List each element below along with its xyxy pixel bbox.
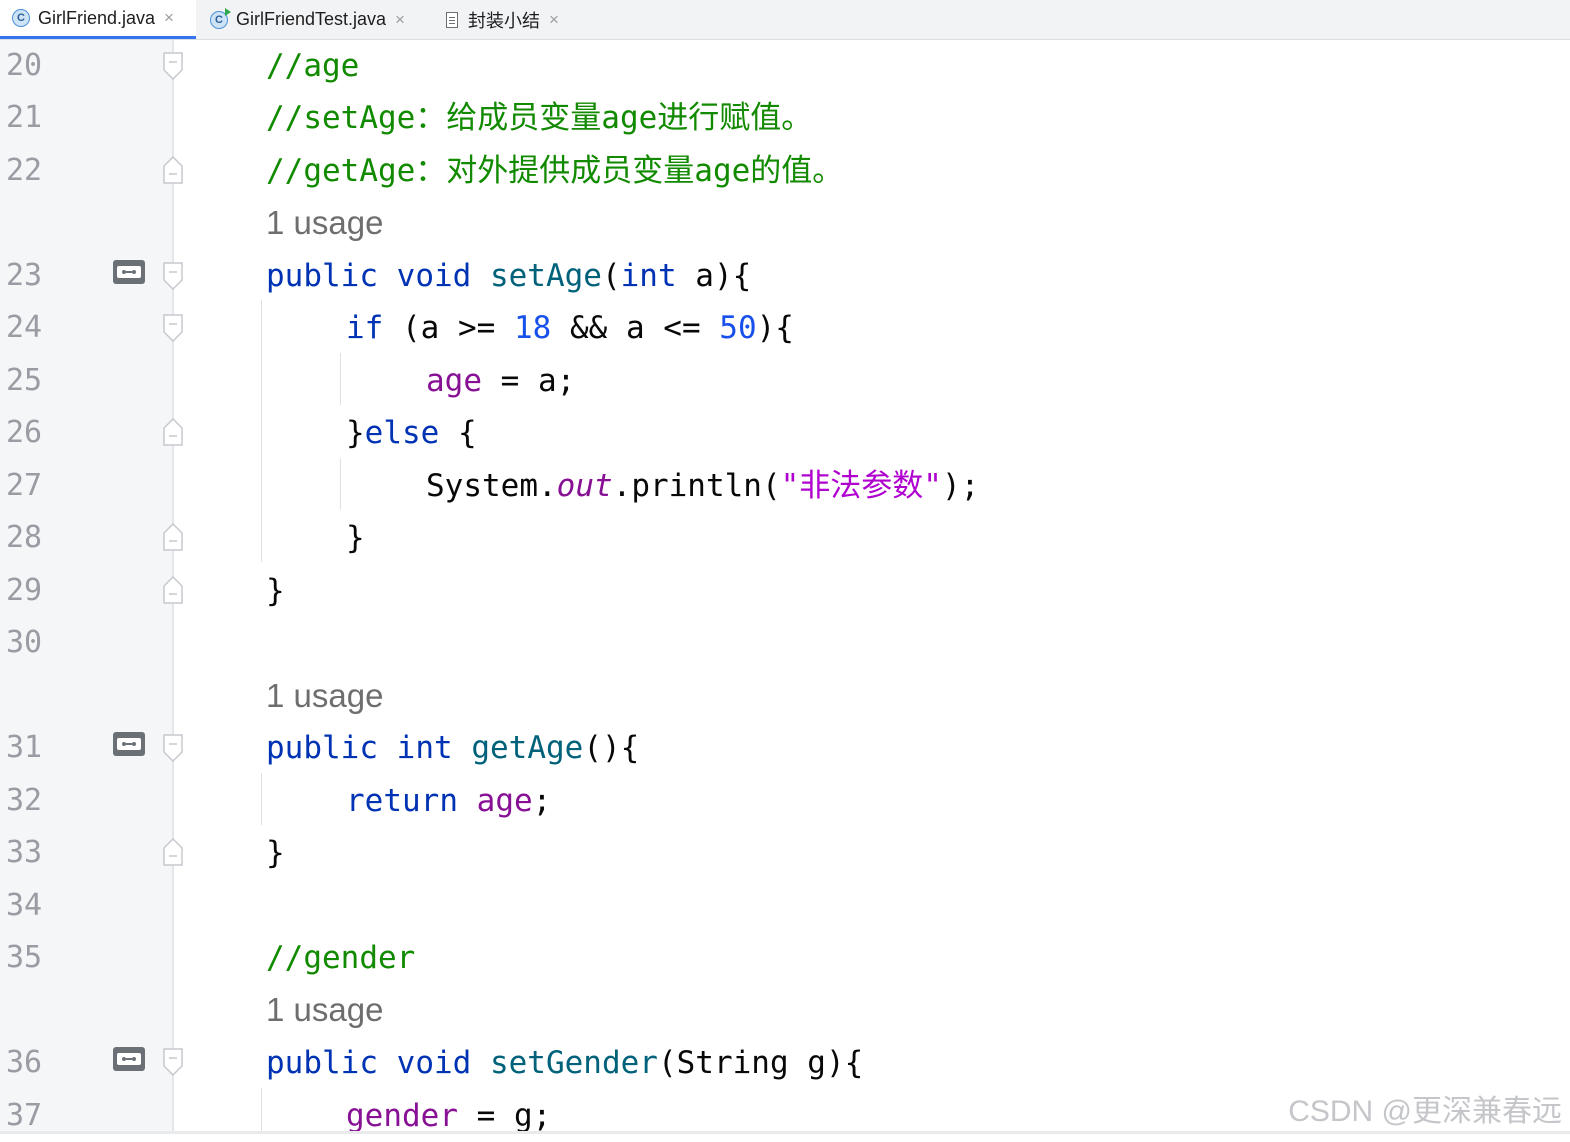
code-line-26[interactable]: }else { [346, 407, 477, 459]
tab-label: GirlFriendTest.java [236, 9, 387, 29]
editor-tab-bar: C GirlFriend.java × C GirlFriendTest.jav… [0, 0, 1570, 40]
line-number: 29 [6, 573, 43, 608]
line-number: 26 [6, 415, 43, 450]
usage-hint[interactable]: 1 usage [266, 984, 383, 1036]
fold-end-icon[interactable] [163, 156, 183, 184]
line-number: 20 [6, 48, 43, 83]
code-line-24[interactable]: if (a >= 18 && a <= 50){ [346, 302, 794, 354]
code-line-31[interactable]: public int getAge(){ [266, 722, 639, 774]
fold-end-icon[interactable] [163, 838, 183, 866]
code-line-36[interactable]: public void setGender(String g){ [266, 1037, 863, 1089]
indent-guide [261, 773, 262, 825]
usage-hint[interactable]: 1 usage [266, 670, 383, 722]
code-line-27[interactable]: System.out.println("非法参数"); [426, 460, 979, 512]
close-icon[interactable]: × [395, 10, 405, 30]
line-number: 28 [6, 520, 43, 555]
tab-girlfriendtest-java[interactable]: C GirlFriendTest.java × [198, 0, 430, 39]
fold-start-icon[interactable] [163, 734, 183, 762]
tab-encapsulation-summary[interactable]: 封装小结 × [432, 0, 592, 39]
line-number: 21 [6, 100, 43, 135]
fold-start-icon[interactable] [163, 52, 183, 80]
line-number: 24 [6, 310, 43, 345]
code-line-25[interactable]: age = a; [426, 355, 575, 407]
fold-start-icon[interactable] [163, 1048, 183, 1076]
close-icon[interactable]: × [164, 8, 174, 28]
code-line-23[interactable]: public void setAge(int a){ [266, 250, 751, 302]
line-number: 31 [6, 730, 43, 765]
line-number: 34 [6, 888, 43, 923]
code-line-32[interactable]: return age; [346, 775, 551, 827]
java-class-icon: C [12, 9, 30, 27]
method-marker-icon[interactable] [112, 1046, 146, 1072]
fold-end-icon[interactable] [163, 418, 183, 446]
line-number: 23 [6, 258, 43, 293]
indent-guide [261, 1088, 262, 1131]
tab-girlfriend-java[interactable]: C GirlFriend.java × [0, 0, 196, 39]
line-number: 37 [6, 1098, 43, 1133]
line-number: 25 [6, 363, 43, 398]
code-line-20[interactable]: //age [266, 40, 359, 92]
line-number: 22 [6, 153, 43, 188]
indent-guide [340, 458, 341, 510]
line-number: 27 [6, 468, 43, 503]
line-number: 36 [6, 1045, 43, 1080]
fold-start-icon[interactable] [163, 262, 183, 290]
indent-guide [340, 353, 341, 405]
method-marker-icon[interactable] [112, 731, 146, 757]
java-runnable-class-icon: C [210, 7, 231, 29]
line-number: 35 [6, 940, 43, 975]
fold-start-icon[interactable] [163, 314, 183, 342]
fold-end-icon[interactable] [163, 523, 183, 551]
watermark: CSDN @更深兼春远 [1288, 1095, 1562, 1128]
line-number: 30 [6, 625, 43, 660]
code-line-33[interactable]: } [266, 827, 285, 879]
method-marker-icon[interactable] [112, 259, 146, 285]
line-number: 32 [6, 783, 43, 818]
code-line-29[interactable]: } [266, 565, 285, 617]
tab-label: GirlFriend.java [38, 7, 156, 28]
code-line-35[interactable]: //gender [266, 932, 415, 984]
text-file-icon [446, 11, 458, 28]
line-number: 33 [6, 835, 43, 870]
code-editor[interactable]: 20 21 22 23 24 25 26 27 28 29 30 31 32 3… [0, 40, 1570, 1133]
usage-hint[interactable]: 1 usage [266, 197, 383, 249]
indent-guide [261, 300, 262, 562]
code-line-22[interactable]: //getAge：对外提供成员变量age的值。 [266, 145, 843, 197]
close-icon[interactable]: × [549, 10, 559, 30]
code-line-21[interactable]: //setAge：给成员变量age进行赋值。 [266, 92, 812, 144]
fold-end-icon[interactable] [163, 576, 183, 604]
code-line-37[interactable]: gender = g; [346, 1090, 551, 1131]
tab-label: 封装小结 [468, 10, 540, 31]
code-line-28[interactable]: } [346, 512, 365, 564]
